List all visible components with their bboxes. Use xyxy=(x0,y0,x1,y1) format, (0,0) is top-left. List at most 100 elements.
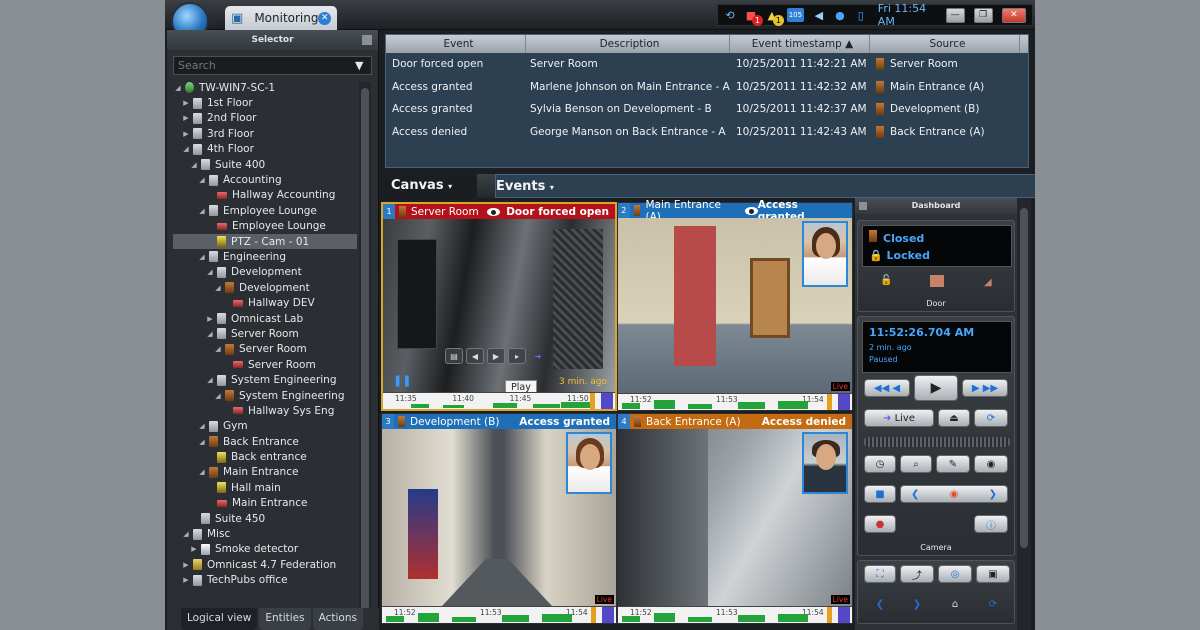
tree-item[interactable]: Employee Lounge xyxy=(173,219,357,234)
tree-item[interactable]: ◢ System Engineering xyxy=(173,388,357,403)
table-row[interactable]: Access granted Sylvia Benson on Developme… xyxy=(386,98,1028,121)
tree-item[interactable]: ◢ Accounting xyxy=(173,172,357,187)
bookmark-button[interactable]: ✎ xyxy=(936,455,970,473)
minimize-button[interactable]: — xyxy=(945,7,965,23)
tab-actions[interactable]: Actions xyxy=(312,608,363,630)
expand-arrow-icon[interactable]: ◢ xyxy=(197,422,207,430)
home-button[interactable]: ⌂ xyxy=(938,595,972,613)
column-description[interactable]: Description xyxy=(526,35,730,53)
expand-arrow-icon[interactable]: ▶ xyxy=(205,315,215,323)
rewind-icon[interactable]: ◀ xyxy=(466,348,484,364)
tree-item[interactable]: ◢ 4th Floor xyxy=(173,142,357,157)
loop-button[interactable]: ⟳ xyxy=(974,409,1008,427)
timeline[interactable]: 11:52 11:53 11:54 xyxy=(618,393,852,410)
table-row[interactable]: Access granted Marlene Johnson on Main En… xyxy=(386,76,1028,99)
history-icon[interactable]: ⟲ xyxy=(724,8,736,22)
video-tile-4[interactable]: 4 Back Entrance (A) Access denied Live 1… xyxy=(617,413,853,624)
tree-scrollbar[interactable] xyxy=(359,82,371,628)
override-icon[interactable] xyxy=(930,275,944,287)
expand-arrow-icon[interactable]: ▶ xyxy=(181,114,191,122)
video-tile-2[interactable]: 2 Main Entrance (A) Access granted Live … xyxy=(617,199,853,411)
tree-item[interactable]: ◢ Misc xyxy=(173,526,357,541)
camera-sequence-button[interactable]: ◎ xyxy=(938,565,972,583)
expand-arrow-icon[interactable]: ▶ xyxy=(181,130,191,138)
forward-button[interactable]: ▶ ▶▶ xyxy=(962,379,1008,397)
tree-item[interactable]: Server Room xyxy=(173,357,357,372)
tree-item[interactable]: ◢ Employee Lounge xyxy=(173,203,357,218)
expand-arrow-icon[interactable]: ▶ xyxy=(181,576,191,584)
expand-arrow-icon[interactable]: ◢ xyxy=(205,268,215,276)
notification-icon[interactable]: 105 xyxy=(786,8,804,22)
live-button[interactable]: ➜ Live xyxy=(864,409,934,427)
alarm-icon[interactable]: ■ 1 xyxy=(745,8,763,26)
tab-close-icon[interactable]: ✕ xyxy=(318,11,331,25)
play-button[interactable]: ▶ xyxy=(914,375,958,401)
rewind-button[interactable]: ◀◀ ◀ xyxy=(864,379,910,397)
tab-monitoring[interactable]: ▣ Monitoring ✕ xyxy=(225,6,337,30)
scrollbar-thumb[interactable] xyxy=(361,88,369,628)
info-button[interactable]: ⓘ xyxy=(974,515,1008,533)
tree-item[interactable]: ◢ Server Room xyxy=(173,326,357,341)
timeline[interactable]: 11:35 11:40 11:45 11:50 xyxy=(383,392,615,409)
filmstrip-icon[interactable]: ▤ xyxy=(445,348,463,364)
eye-icon[interactable] xyxy=(745,206,758,215)
back-button[interactable]: ❮ xyxy=(864,595,896,613)
column-timestamp[interactable]: Event timestamp ▲ xyxy=(730,35,870,53)
fullscreen-button[interactable]: ⛶ xyxy=(864,565,896,583)
tree-item[interactable]: PTZ - Cam - 01 xyxy=(173,233,357,250)
tree-item[interactable]: ◢ Development xyxy=(173,265,357,280)
mic-button[interactable]: ● xyxy=(864,515,896,533)
table-row[interactable]: Access denied George Manson on Back Entra… xyxy=(386,121,1028,144)
restore-button[interactable]: ❐ xyxy=(973,7,993,23)
tree-item[interactable]: ◢ Server Room xyxy=(173,342,357,357)
close-button[interactable]: ✕ xyxy=(1001,7,1026,23)
expand-arrow-icon[interactable]: ◢ xyxy=(189,161,199,169)
video-tile-3[interactable]: 3 Development (B) Access granted Live 11… xyxy=(381,413,617,624)
tree-item[interactable]: Hallway Sys Eng xyxy=(173,403,357,418)
timeline[interactable]: 11:52 11:53 11:54 xyxy=(382,606,616,623)
zoom-button[interactable]: ⌕ xyxy=(900,455,932,473)
tree-item[interactable]: ▶ 1st Floor xyxy=(173,95,357,110)
timeline-cursor[interactable] xyxy=(827,394,832,410)
tree-item[interactable]: ◢ TW-WIN7-SC-1 xyxy=(173,80,357,95)
table-row[interactable]: Door forced open Server Room 10/25/2011 11… xyxy=(386,53,1028,76)
tree-item[interactable]: ◢ System Engineering xyxy=(173,372,357,387)
forward-icon[interactable]: ▸ xyxy=(508,348,526,364)
column-event[interactable]: Event xyxy=(386,35,526,53)
tree-item[interactable]: ▶ 2nd Floor xyxy=(173,111,357,126)
tree-item[interactable]: Back entrance xyxy=(173,449,357,464)
timeline-cursor[interactable] xyxy=(590,393,595,409)
tree-item[interactable]: ◢ Suite 400 xyxy=(173,157,357,172)
eject-button[interactable]: ⏏ xyxy=(938,409,970,427)
tree-item[interactable]: Main Entrance xyxy=(173,496,357,511)
tree-item[interactable]: Hall main xyxy=(173,480,357,495)
tree-item[interactable]: ▶ Omnicast 4.7 Federation xyxy=(173,557,357,572)
tree-item[interactable]: ▶ Omnicast Lab xyxy=(173,311,357,326)
tree-item[interactable]: ◢ Back Entrance xyxy=(173,434,357,449)
shunt-icon[interactable]: ◢ xyxy=(984,277,992,288)
video-tile-1[interactable]: 1 Server Room Door forced open ▤ ◀ ▶ ▸ ➜… xyxy=(381,202,617,411)
expand-arrow-icon[interactable]: ▶ xyxy=(181,561,191,569)
record-button[interactable]: ◉ xyxy=(974,455,1008,473)
column-source[interactable]: Source xyxy=(870,35,1020,53)
timeline[interactable]: 11:52 11:53 11:54 xyxy=(618,606,852,623)
expand-arrow-icon[interactable]: ▶ xyxy=(189,545,199,553)
pin-icon[interactable] xyxy=(859,202,867,210)
speed-slider[interactable] xyxy=(864,437,1010,447)
expand-arrow-icon[interactable]: ◢ xyxy=(205,330,215,338)
ptz-nav-button[interactable]: ❮ ◉ ❯ xyxy=(900,485,1008,503)
tree-item[interactable]: ◢ Development xyxy=(173,280,357,295)
timeline-cursor[interactable] xyxy=(827,607,832,623)
expand-arrow-icon[interactable]: ◢ xyxy=(205,376,215,384)
tab-canvas[interactable]: Canvas ▾ xyxy=(379,174,477,198)
play-icon[interactable]: ▶ xyxy=(487,348,505,364)
volume-icon[interactable]: ◀ xyxy=(813,8,825,22)
tree-item[interactable]: Suite 450 xyxy=(173,511,357,526)
device-icon[interactable]: ▯ xyxy=(855,8,867,22)
scrollbar-thumb[interactable] xyxy=(1020,208,1028,548)
clock-button[interactable]: ◷ xyxy=(864,455,896,473)
expand-arrow-icon[interactable]: ◢ xyxy=(197,468,207,476)
eye-icon[interactable] xyxy=(486,207,500,216)
tree-item[interactable]: ◢ Gym xyxy=(173,419,357,434)
pause-icon[interactable]: ❚❚ xyxy=(393,374,411,387)
